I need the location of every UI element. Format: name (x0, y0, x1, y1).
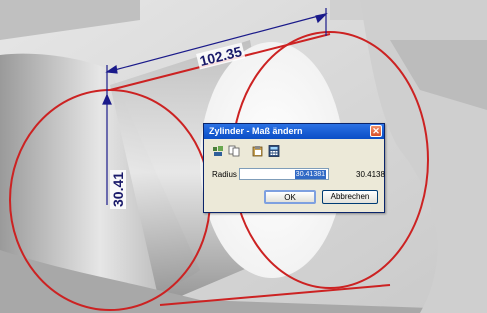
dimension-label-vertical[interactable]: 30.41 (110, 169, 126, 209)
mesh-icon[interactable] (212, 144, 224, 156)
radius-input-value: 30.41381 (294, 170, 326, 179)
clipboard-icon[interactable] (252, 144, 264, 157)
close-button[interactable]: ✕ (370, 125, 382, 137)
radius-current-value: 30.4138 (356, 170, 385, 179)
cancel-button[interactable]: Abbrechen (322, 190, 378, 204)
radius-label: Radius (212, 170, 237, 179)
dialog-titlebar[interactable]: Zylinder - Maß ändern ✕ (204, 124, 384, 139)
dialog-title: Zylinder - Maß ändern (209, 126, 303, 136)
radius-input[interactable]: 30.41381 (239, 168, 329, 180)
change-dimension-dialog: Zylinder - Maß ändern ✕ Radius 30.41381 … (203, 123, 385, 213)
calculator-icon[interactable] (268, 144, 280, 157)
ok-button[interactable]: OK (264, 190, 316, 204)
close-icon: ✕ (372, 126, 380, 136)
copy-icon[interactable] (228, 144, 240, 157)
